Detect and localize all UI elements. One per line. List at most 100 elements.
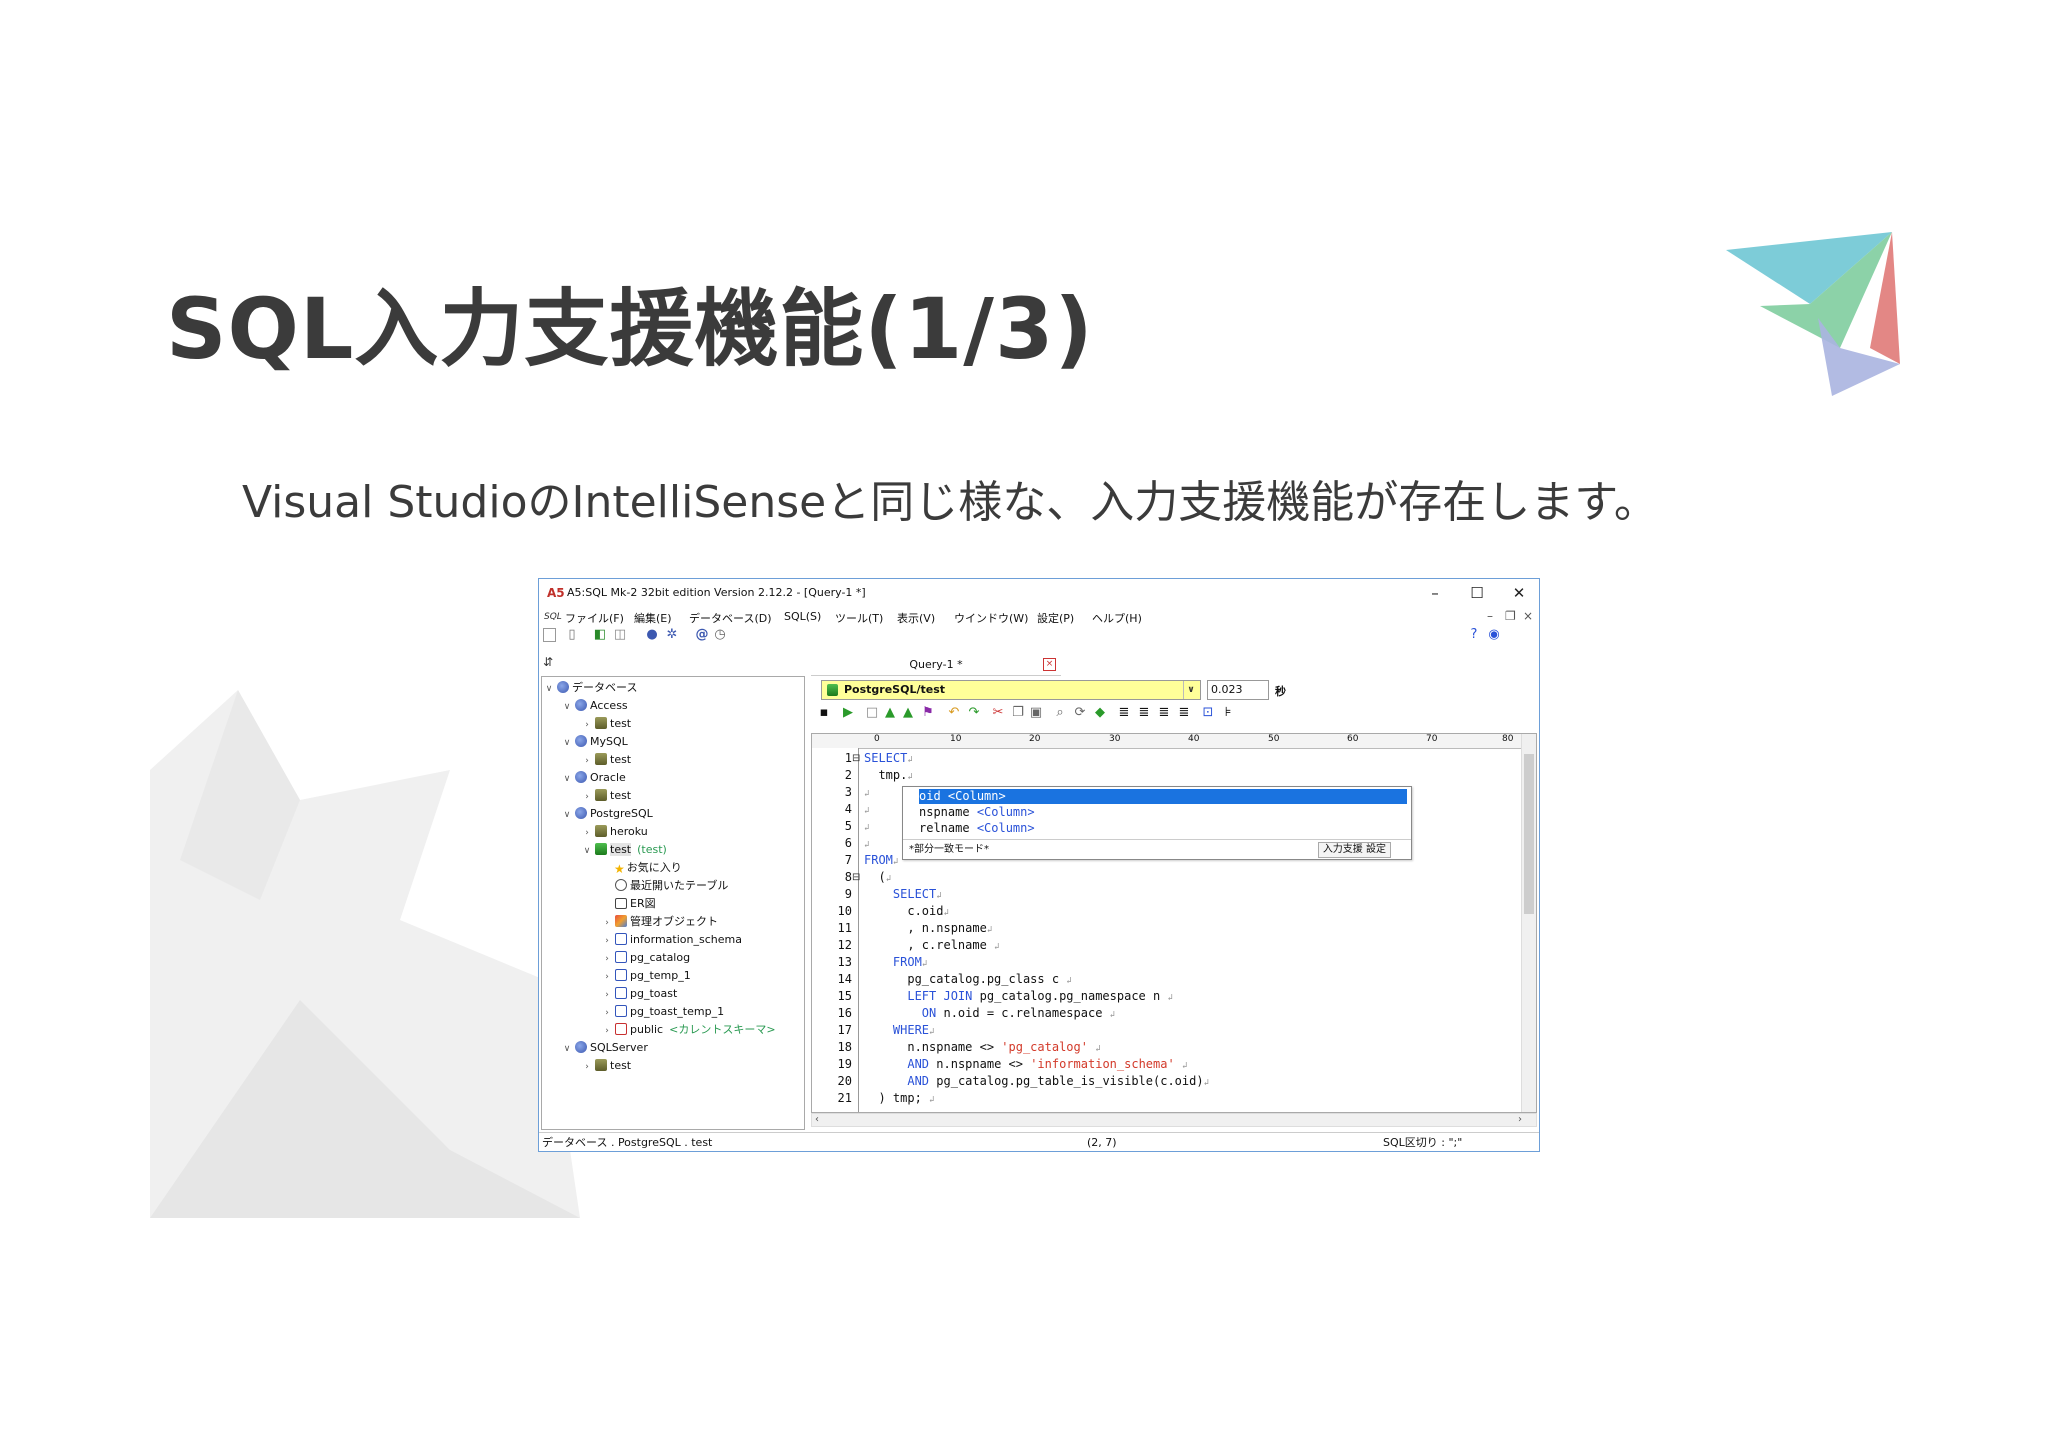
fold-icon[interactable]: ⊟ — [852, 750, 860, 767]
menu-edit[interactable]: 編集(E) — [634, 610, 672, 626]
chevron-down-icon[interactable]: ∨ — [562, 807, 572, 824]
database-icon[interactable]: ● — [645, 628, 659, 642]
chevron-right-icon[interactable]: › — [602, 915, 612, 932]
paste-icon[interactable]: ▣ — [1029, 706, 1043, 720]
menu-help[interactable]: ヘルプ(H) — [1092, 610, 1142, 626]
indent-icon[interactable]: ≣ — [1157, 706, 1171, 720]
intellisense-item[interactable]: nspname <Column> — [919, 805, 1407, 820]
tree-item-schema[interactable]: › pg_temp_1 — [602, 967, 691, 984]
chevron-right-icon[interactable]: › — [582, 717, 592, 734]
copy-icon[interactable]: ❐ — [1011, 706, 1025, 720]
tree-node-mysql[interactable]: ∨ MySQL — [562, 733, 628, 750]
tree-item-schema[interactable]: › pg_toast_temp_1 — [602, 1003, 724, 1020]
chevron-down-icon[interactable]: ∨ — [562, 1041, 572, 1058]
redo-icon[interactable]: ↷ — [967, 706, 981, 720]
tree-node-oracle[interactable]: ∨ Oracle — [562, 769, 626, 786]
gear-icon[interactable]: ✲ — [665, 628, 679, 642]
tree-item-recent-tables[interactable]: 最近開いたテーブル — [602, 877, 728, 894]
sql-menu-icon[interactable]: SQL — [544, 612, 562, 622]
tree-node-mysql-test[interactable]: › test — [582, 751, 631, 768]
tree-node-oracle-test[interactable]: › test — [582, 787, 631, 804]
chevron-right-icon[interactable]: › — [602, 969, 612, 986]
tree-root[interactable]: ∨ データベース — [544, 679, 637, 696]
intellisense-item[interactable]: oid <Column> — [919, 789, 1407, 804]
clock-icon[interactable]: ◷ — [713, 628, 727, 642]
tree-node-sqlserver-test[interactable]: › test — [582, 1057, 631, 1074]
tree-item-public-schema[interactable]: › public <カレントスキーマ> — [602, 1021, 776, 1038]
horizontal-scrollbar[interactable]: ‹ › — [811, 1113, 1537, 1127]
menu-view[interactable]: 表示(V) — [897, 610, 935, 626]
mdi-close-icon[interactable]: × — [1523, 609, 1533, 623]
tree-toggle-icon[interactable]: ⇵ — [543, 655, 553, 669]
chevron-right-icon[interactable]: › — [582, 753, 592, 770]
mdi-minimize-icon[interactable]: – — [1487, 609, 1493, 623]
chevron-down-icon[interactable]: ∨ — [582, 843, 592, 860]
tree-item-favorites[interactable]: ★ お気に入り — [602, 859, 682, 876]
tab-query-1[interactable]: Query-1 * — [811, 655, 1061, 676]
comment-icon[interactable]: ⊡ — [1201, 706, 1215, 720]
tree-node-access-test[interactable]: › test — [582, 715, 631, 732]
menu-file[interactable]: ファイル(F) — [565, 610, 624, 626]
help-icon[interactable]: ? — [1467, 628, 1481, 642]
mdi-restore-icon[interactable]: ❐ — [1505, 609, 1516, 623]
globe-icon[interactable]: ◉ — [1487, 628, 1501, 642]
scrollbar-thumb[interactable] — [1524, 754, 1534, 914]
export-csv-icon[interactable]: ▲ — [901, 706, 915, 720]
maximize-button[interactable]: ☐ — [1457, 582, 1497, 604]
align-left-icon[interactable]: ≣ — [1117, 706, 1131, 720]
close-button[interactable]: ✕ — [1499, 582, 1539, 604]
chevron-down-icon[interactable]: ∨ — [544, 681, 554, 698]
intellisense-item[interactable]: relname <Column> — [919, 821, 1407, 836]
replace-icon[interactable]: ⟳ — [1073, 706, 1087, 720]
save-icon[interactable]: ▪ — [817, 706, 831, 720]
tree-node-postgresql[interactable]: ∨ PostgreSQL — [562, 805, 653, 822]
format-icon[interactable]: ◆ — [1093, 706, 1107, 720]
close-tab-icon[interactable]: × — [1043, 658, 1056, 671]
menu-sql[interactable]: SQL(S) — [784, 610, 821, 623]
intellisense-settings-button[interactable]: 入力支援 設定 — [1317, 842, 1391, 858]
chevron-right-icon[interactable]: › — [602, 1023, 612, 1040]
chevron-right-icon[interactable]: › — [582, 1059, 592, 1076]
menu-tools[interactable]: ツール(T) — [835, 610, 883, 626]
connect-db-icon[interactable]: ◧ — [593, 628, 607, 642]
menu-database[interactable]: データベース(D) — [689, 610, 772, 626]
disconnect-db-icon[interactable]: ◫ — [613, 628, 627, 642]
tree-item-management-objects[interactable]: › 管理オブジェクト — [602, 913, 718, 930]
tree-node-sqlserver[interactable]: ∨ SQLServer — [562, 1039, 648, 1056]
tree-item-schema[interactable]: › pg_toast — [602, 985, 677, 1002]
chevron-right-icon[interactable]: › — [602, 987, 612, 1004]
menu-window[interactable]: ウインドウ(W) — [954, 610, 1028, 626]
run-all-icon[interactable]: ▲ — [883, 706, 897, 720]
tree-item-er-diagram[interactable]: ER図 — [602, 895, 656, 912]
chevron-down-icon[interactable]: ∨ — [562, 771, 572, 788]
chevron-right-icon[interactable]: › — [602, 1005, 612, 1022]
chevron-right-icon[interactable]: › — [602, 951, 612, 968]
tree-item-schema[interactable]: › information_schema — [602, 931, 742, 948]
new-file-icon[interactable] — [543, 628, 556, 642]
find-icon[interactable]: ⌕ — [1053, 706, 1067, 720]
menu-settings[interactable]: 設定(P) — [1037, 610, 1074, 626]
outdent-icon[interactable]: ≣ — [1177, 706, 1191, 720]
tree-node-access[interactable]: ∨ Access — [562, 697, 628, 714]
tree-node-postgres-test[interactable]: ∨ test (test) — [582, 841, 667, 858]
tree-node-heroku[interactable]: › heroku — [582, 823, 648, 840]
fold-icon[interactable]: ⊟ — [852, 869, 860, 886]
tree-item-schema[interactable]: › pg_catalog — [602, 949, 690, 966]
chevron-left-icon[interactable]: ‹ — [815, 1114, 819, 1125]
cut-icon[interactable]: ✂ — [991, 706, 1005, 720]
chevron-right-icon[interactable]: › — [1518, 1114, 1522, 1125]
chevron-down-icon[interactable]: ∨ — [562, 699, 572, 716]
open-file-icon[interactable]: ▯ — [565, 628, 579, 642]
connection-select[interactable]: PostgreSQL/test ∨ — [821, 680, 1201, 700]
vertical-scrollbar[interactable] — [1521, 734, 1536, 1112]
run-icon[interactable]: ▶ — [841, 706, 855, 720]
undo-icon[interactable]: ↶ — [947, 706, 961, 720]
chevron-right-icon[interactable]: › — [582, 825, 592, 842]
minimize-button[interactable]: – — [1415, 582, 1455, 604]
chevron-right-icon[interactable]: › — [582, 789, 592, 806]
explain-icon[interactable]: ⚑ — [921, 706, 935, 720]
outline-icon[interactable]: ⊧ — [1221, 706, 1235, 720]
stop-icon[interactable]: □ — [865, 706, 879, 720]
chevron-down-icon[interactable]: ∨ — [562, 735, 572, 752]
sql-editor[interactable]: 0 10 20 30 40 50 60 70 80 1 ⊟ 2 3 4 5 6 7… — [811, 733, 1537, 1113]
